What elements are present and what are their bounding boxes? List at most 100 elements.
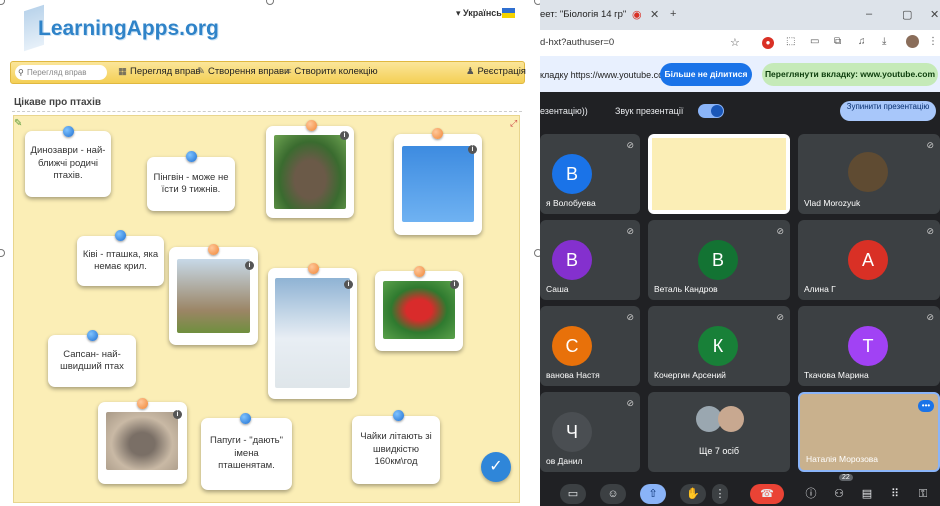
presentation-tile[interactable]: [648, 134, 790, 214]
nav-create-app[interactable]: ✎ Створення вправи: [197, 66, 289, 77]
participant-name: Ткачова Марина: [804, 370, 869, 380]
presentation-sound-toggle[interactable]: [698, 104, 724, 118]
image-card-kiwi[interactable]: [266, 126, 354, 218]
pin-icon: [137, 398, 148, 409]
nav-register[interactable]: ♟ Реєстрація: [466, 66, 526, 77]
participant-tile[interactable]: А ⊘ Алина Г: [798, 220, 940, 300]
address-bar[interactable]: d-hxt?authuser=0 ☆ ● ⬚ ▭ ⧉ ♫ ⤓ ⋮: [540, 30, 940, 56]
participant-tile[interactable]: ⊘ Vlad Morozyuk: [798, 134, 940, 214]
nav-create-collection[interactable]: ⌗ Створити колекцію: [286, 66, 378, 77]
stop-sharing-button[interactable]: Більше не ділитися: [660, 63, 752, 86]
resize-handle[interactable]: [0, 249, 5, 257]
pin-icon: [87, 330, 98, 341]
stop-presentation-button[interactable]: Зупинити презентацію: [840, 101, 936, 121]
search-input[interactable]: ⚲ Перегляд вправ: [15, 65, 107, 80]
pterosaur-photo: [177, 259, 250, 333]
participant-name: Наталія Морозова: [806, 454, 878, 464]
maximize-icon[interactable]: ▢: [902, 8, 912, 21]
text-card[interactable]: Сапсан- най-швидший птах: [48, 335, 136, 387]
info-icon[interactable]: i: [344, 280, 353, 289]
leave-call-button[interactable]: ☎: [750, 484, 784, 504]
extension-icon[interactable]: ▭: [810, 36, 819, 47]
participant-tile[interactable]: С ⊘ ванова Настя: [540, 306, 640, 386]
resize-handle[interactable]: [0, 0, 5, 5]
resize-handle[interactable]: [266, 0, 274, 5]
extension-icon[interactable]: ●: [762, 37, 774, 49]
mic-off-icon: ⊘: [626, 312, 634, 322]
card-text: Динозаври - най-ближчі родичі птахів.: [30, 145, 106, 182]
bookmark-star-icon[interactable]: ☆: [730, 36, 740, 49]
chat-button[interactable]: ▤: [854, 484, 880, 504]
main-navbar: ⚲ Перегляд вправ ▦ Перегляд вправ ✎ Створе…: [10, 61, 526, 84]
text-card[interactable]: Чайки літають зі швидкістю 160км\год: [352, 416, 440, 484]
self-view-tile[interactable]: ••• Наталія Морозова: [798, 392, 940, 472]
participant-tile[interactable]: В ⊘ я Волобуева: [540, 134, 640, 214]
image-card-pterosaur[interactable]: [169, 247, 258, 345]
info-icon[interactable]: i: [340, 131, 349, 140]
site-logo[interactable]: LearningApps.org: [38, 17, 219, 41]
participant-tile[interactable]: Ч ⊘ ов Данил: [540, 392, 640, 472]
download-icon[interactable]: ⤓: [882, 36, 886, 47]
tab-title[interactable]: еет: "Біологія 14 гр": [540, 9, 626, 20]
toggle-knob: [711, 105, 723, 117]
participant-tile[interactable]: В ⊘ Саша: [540, 220, 640, 300]
info-icon[interactable]: i: [245, 261, 254, 270]
info-icon[interactable]: i: [173, 410, 182, 419]
info-button[interactable]: ⓘ: [798, 484, 824, 504]
pin-icon: [414, 266, 425, 277]
avatar: С: [552, 326, 592, 366]
captions-button[interactable]: ▭: [560, 484, 586, 504]
participant-tile[interactable]: Т ⊘ Ткачова Марина: [798, 306, 940, 386]
mic-off-icon: ⊘: [776, 226, 784, 236]
minimize-icon[interactable]: –: [866, 8, 872, 20]
text-card[interactable]: Динозаври - най-ближчі родичі птахів.: [25, 131, 111, 197]
reactions-button[interactable]: ☺: [600, 484, 626, 504]
raise-hand-button[interactable]: ✋: [680, 484, 706, 504]
sound-label: Звук презентації: [615, 106, 684, 116]
new-tab-icon[interactable]: +: [670, 8, 676, 20]
activities-button[interactable]: ⠿: [882, 484, 908, 504]
collection-icon: ⌗: [286, 66, 292, 77]
participant-tile[interactable]: В ⊘ Веталь Кандров: [648, 220, 790, 300]
extension-icon[interactable]: ⬚: [786, 36, 795, 47]
falcon-photo: [106, 412, 178, 470]
people-button[interactable]: ⚇: [826, 484, 852, 504]
more-options-icon[interactable]: •••: [918, 400, 934, 412]
participant-name: Веталь Кандров: [654, 284, 718, 294]
edit-icon[interactable]: ✎: [14, 118, 22, 129]
pin-icon: [432, 128, 443, 139]
menu-icon[interactable]: ⋮: [928, 36, 938, 47]
close-window-icon[interactable]: ✕: [930, 8, 939, 21]
participant-tile[interactable]: К ⊘ Кочергин Арсений: [648, 306, 790, 386]
divider: [12, 111, 522, 112]
more-button[interactable]: ⋮: [712, 484, 728, 504]
participant-name: Кочергин Арсений: [654, 370, 726, 380]
presentation-thumbnail: [652, 138, 786, 210]
fullscreen-icon[interactable]: ⤢: [510, 118, 517, 129]
pin-icon: [393, 410, 404, 421]
text-card[interactable]: Папуги - "дають" імена пташенятам.: [201, 418, 292, 490]
puzzle-icon[interactable]: ⧉: [834, 36, 841, 47]
info-icon[interactable]: i: [468, 145, 477, 154]
close-tab-icon[interactable]: ✕: [650, 8, 659, 21]
media-icon[interactable]: ♫: [858, 36, 866, 47]
info-icon[interactable]: i: [450, 280, 459, 289]
nav-label: Перегляд вправ: [129, 66, 201, 77]
address-text: d-hxt?authuser=0: [540, 37, 615, 48]
nav-browse-apps[interactable]: ▦ Перегляд вправ: [118, 66, 201, 77]
avatar: Т: [848, 326, 888, 366]
text-card[interactable]: Пінгвін - може не їсти 9 тижнів.: [147, 157, 235, 211]
image-card-penguin[interactable]: [268, 268, 357, 399]
profile-avatar[interactable]: [906, 35, 919, 48]
host-controls-button[interactable]: ⚿: [910, 484, 936, 504]
penguin-photo: [275, 278, 350, 388]
more-participants-tile[interactable]: Ще 7 осіб: [648, 392, 790, 472]
text-card[interactable]: Ківі - пташка, яка немає крил.: [77, 236, 164, 286]
view-tab-button[interactable]: Переглянути вкладку: www.youtube.com: [762, 63, 938, 86]
mic-off-icon: ⊘: [626, 226, 634, 236]
presentation-label: езентацію)): [540, 106, 588, 116]
nav-label: Реєстрація: [477, 66, 526, 77]
present-button[interactable]: ⇧: [640, 484, 666, 504]
check-answers-button[interactable]: ✓: [481, 452, 511, 482]
user-icon: ♟: [466, 66, 475, 77]
